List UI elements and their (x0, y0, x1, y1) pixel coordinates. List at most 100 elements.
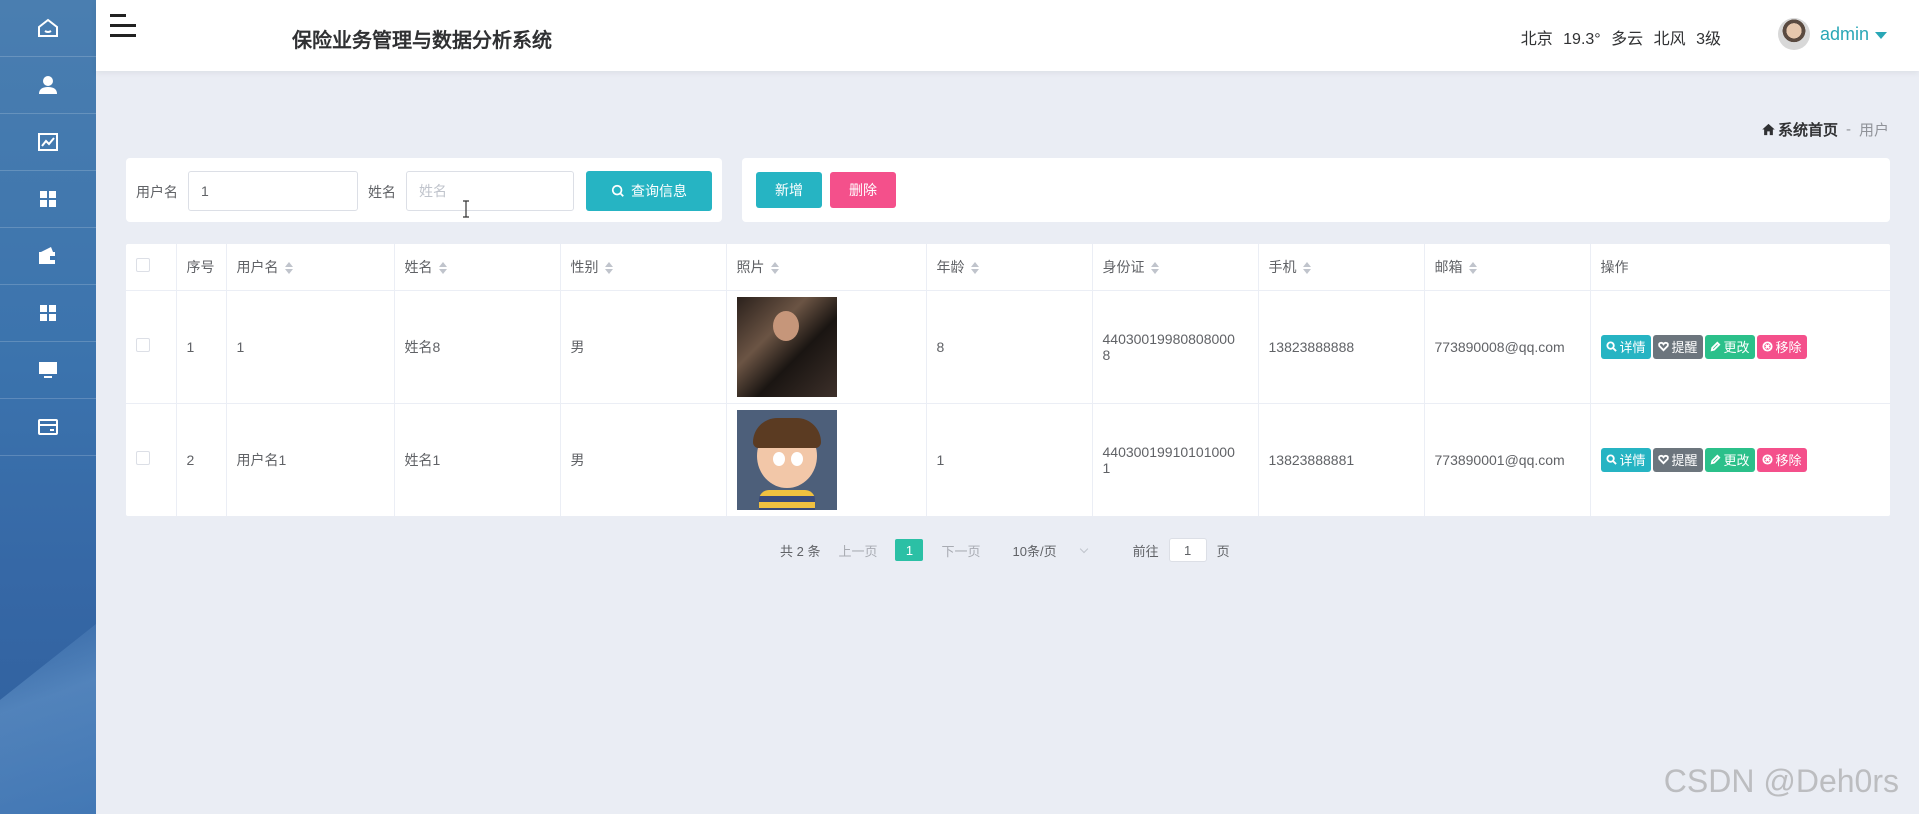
remind-button[interactable]: 提醒 (1652, 334, 1703, 359)
cell-name: 姓名1 (394, 403, 561, 516)
remove-button[interactable]: 移除 (1756, 447, 1807, 472)
pencil-icon (1710, 341, 1720, 352)
cell-email: 773890008@qq.com (1424, 290, 1591, 404)
page-size-select[interactable]: 10条/页 (1013, 541, 1088, 560)
home-icon (38, 18, 58, 37)
id-card-line2: 8 (1102, 346, 1111, 363)
page-number-current[interactable]: 1 (895, 539, 924, 561)
sort-icon[interactable] (604, 262, 613, 275)
weather-city: 北京 (1520, 31, 1553, 48)
cell-id-card: 44030019910101000 1 (1092, 403, 1259, 516)
sidebar-item-grid-2[interactable] (0, 285, 96, 342)
user-photo[interactable] (736, 409, 837, 510)
pagination: 共 2 条 上一页 1 下一页 10条/页 前往 页 (780, 538, 1230, 562)
caret-down-icon (1875, 31, 1887, 39)
watermark: CSDN @Deh0rs (1663, 763, 1899, 799)
edit-label: 更改 (1723, 340, 1750, 355)
remove-label: 移除 (1775, 340, 1802, 355)
row-checkbox[interactable] (136, 451, 150, 466)
prev-page-button[interactable]: 上一页 (838, 541, 877, 560)
row-select-cell (126, 290, 177, 404)
page-suffix: 页 (1216, 543, 1230, 559)
col-photo[interactable]: 照片 (726, 244, 927, 291)
add-button[interactable]: 新增 (756, 172, 822, 208)
action-panel: 新增 删除 (742, 158, 1890, 222)
next-page-button[interactable]: 下一页 (941, 541, 980, 560)
name-label: 姓名 (368, 184, 396, 200)
select-all-checkbox[interactable] (136, 258, 150, 273)
remind-button[interactable]: 提醒 (1652, 447, 1703, 472)
cell-id-card: 44030019980808000 8 (1092, 290, 1259, 404)
sort-icon[interactable] (1150, 262, 1159, 275)
sort-icon[interactable] (770, 262, 779, 275)
sidebar-item-grid-1[interactable] (0, 171, 96, 228)
grid-icon (40, 191, 56, 207)
cell-age: 8 (926, 290, 1093, 404)
row-checkbox[interactable] (136, 338, 150, 352)
sidebar-item-card[interactable] (0, 399, 96, 456)
sidebar-item-wallet[interactable] (0, 228, 96, 285)
sidebar-item-monitor[interactable] (0, 342, 96, 399)
detail-label: 详情 (1619, 453, 1646, 469)
search-button[interactable]: 查询信息 (586, 171, 712, 211)
sort-icon[interactable] (1468, 262, 1477, 275)
detail-button[interactable]: 详情 (1600, 447, 1651, 472)
menu-toggle-icon[interactable] (110, 14, 136, 38)
text-cursor-icon (463, 200, 469, 218)
col-username-label: 用户名 (236, 258, 279, 275)
col-ops: 操作 (1590, 244, 1890, 291)
col-gender[interactable]: 性别 (560, 244, 727, 291)
table-row: 1 1 姓名8 男 8 44030019980808000 8 138238888… (126, 290, 1890, 404)
sort-icon[interactable] (438, 262, 447, 275)
breadcrumb-current: 用户 (1858, 122, 1889, 139)
chart-icon (38, 133, 58, 151)
close-circle-icon (1762, 454, 1773, 465)
detail-button[interactable]: 详情 (1600, 334, 1651, 359)
col-username[interactable]: 用户名 (226, 244, 395, 291)
col-index: 序号 (176, 244, 227, 291)
sidebar-item-chart[interactable] (0, 114, 96, 171)
col-id-card-label: 身份证 (1102, 258, 1145, 275)
sidebar-decoration (0, 624, 96, 814)
search-panel: 用户名 姓名 查询信息 (126, 158, 722, 222)
col-age[interactable]: 年龄 (926, 244, 1093, 291)
weather-condition: 多云 (1611, 31, 1644, 48)
col-id-card[interactable]: 身份证 (1092, 244, 1259, 291)
sidebar (0, 0, 96, 814)
col-phone-label: 手机 (1268, 258, 1297, 275)
sort-icon[interactable] (284, 262, 293, 275)
search-icon (611, 184, 624, 197)
col-email[interactable]: 邮箱 (1424, 244, 1591, 291)
sort-icon[interactable] (1302, 262, 1311, 275)
username-input[interactable] (188, 171, 358, 211)
cell-ops: 详情 提醒 更改 移除 (1590, 290, 1890, 404)
edit-button[interactable]: 更改 (1704, 447, 1755, 472)
sidebar-item-user[interactable] (0, 57, 96, 114)
sidebar-item-home[interactable] (0, 0, 96, 57)
table-header-row: 序号 用户名 姓名 性别 照片 年龄 身份证 手机 邮箱 操作 (126, 244, 1890, 291)
col-phone[interactable]: 手机 (1258, 244, 1425, 291)
cell-photo (726, 403, 927, 516)
cell-index: 2 (176, 403, 227, 516)
edit-button[interactable]: 更改 (1704, 334, 1755, 359)
name-input[interactable] (406, 171, 574, 211)
user-photo[interactable] (736, 296, 837, 397)
sort-icon[interactable] (970, 262, 979, 275)
col-name[interactable]: 姓名 (394, 244, 561, 291)
search-icon (1605, 341, 1617, 352)
user-table: 序号 用户名 姓名 性别 照片 年龄 身份证 手机 邮箱 操作 1 1 姓名8 … (126, 244, 1890, 516)
chevron-down-icon (1079, 544, 1088, 553)
breadcrumb-home[interactable]: 系统首页 (1761, 119, 1838, 140)
delete-button[interactable]: 删除 (830, 172, 896, 208)
id-card-line1: 44030019980808000 (1102, 330, 1235, 347)
heart-icon (1657, 341, 1669, 352)
goto-page-input[interactable] (1168, 538, 1207, 562)
cell-email: 773890001@qq.com (1424, 403, 1591, 516)
user-menu[interactable]: admin (1777, 18, 1887, 50)
id-card-line2: 1 (1102, 459, 1111, 476)
cell-phone: 13823888881 (1258, 403, 1425, 516)
detail-label: 详情 (1619, 340, 1646, 355)
table-row: 2 用户名1 姓名1 男 1 44030019910101000 1 138238… (126, 403, 1890, 516)
weather-temp: 19.3° (1563, 31, 1601, 48)
remove-button[interactable]: 移除 (1756, 334, 1807, 359)
